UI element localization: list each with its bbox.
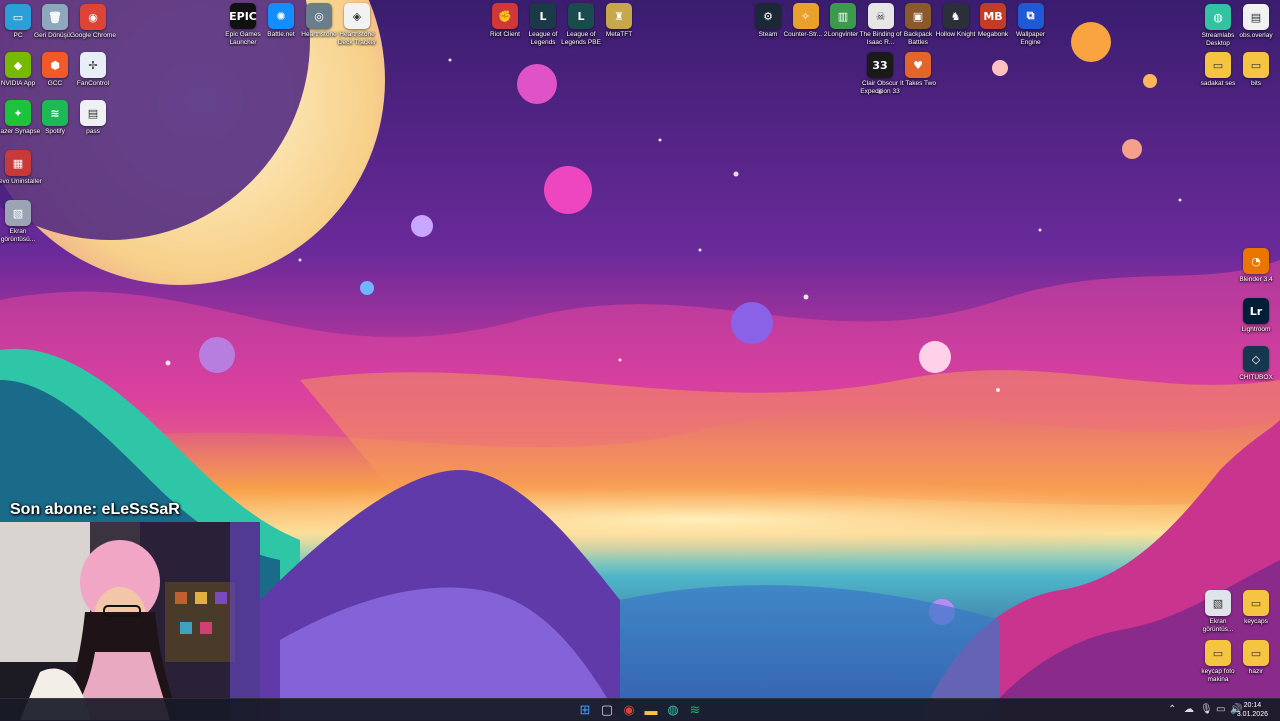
- keycaps-icon: ▭: [1243, 590, 1269, 616]
- cloud-icon[interactable]: ☁: [1184, 704, 1194, 715]
- blender-icon: ◔: [1243, 248, 1269, 274]
- epic-games-icon: EPIC: [229, 3, 257, 29]
- nvidia-app-icon: ◆: [5, 52, 31, 78]
- bits-icon: ▭: [1243, 52, 1269, 78]
- desktop-icon-label: obs.overlay: [1239, 32, 1273, 39]
- metatft-icon: ♜: [606, 3, 632, 29]
- fancontrol-icon: ✢: [80, 52, 106, 78]
- wallpaper-engine-icon: ⧉: [1017, 3, 1044, 29]
- riot-client-icon: ✊: [492, 3, 518, 29]
- desktop-icon-label: Revo Uninstaller: [0, 178, 42, 185]
- longvinter-icon: ▥: [830, 3, 856, 29]
- desktop-icon-label: It Takes Two: [900, 80, 936, 87]
- last-subscriber-overlay: Son abone: eLeSsSaR: [10, 501, 180, 518]
- desktop-icon-label: CHITUBOX: [1239, 374, 1273, 381]
- backpack-battles-icon: ▣: [905, 3, 931, 29]
- taskbar-file-explorer-icon[interactable]: ▬: [643, 702, 659, 718]
- desktop-icon-metatft[interactable]: ♜ MetaTFT: [596, 3, 642, 39]
- desktop-icon-label: Google Chrome: [70, 32, 116, 39]
- clock-date: 3.01.2026: [1236, 711, 1268, 718]
- taskbar: ⊞ ▢ ◉ ▬ ◍ ≋ ⌃ ☁ 🎙 ▭ 🔊 20:14 3.01.2026: [0, 698, 1280, 721]
- microphone-icon[interactable]: 🎙: [1200, 704, 1213, 715]
- desktop-icon-chitubox[interactable]: ◇ CHITUBOX: [1233, 346, 1279, 382]
- gcc-icon: ⬢: [42, 52, 68, 78]
- obs-overlay-icon: ▤: [1243, 4, 1269, 30]
- hearthstone-deck-tracker-icon: ◈: [344, 3, 370, 29]
- desktop-icon-label: Ekran görüntüsü...: [0, 228, 36, 243]
- chevron-up-icon[interactable]: ⌃: [1168, 704, 1176, 715]
- desktop-icon-label: Hearthstone Deck Tracker: [337, 31, 377, 46]
- display-icon[interactable]: ▭: [1216, 704, 1225, 715]
- steam-icon: ⚙: [755, 3, 781, 29]
- desktop-icon-label: bits: [1250, 80, 1262, 87]
- desktop-icon-label: FanControl: [76, 80, 110, 87]
- desktop-icon-label: MetaTFT: [605, 31, 633, 38]
- taskbar-spotify-icon[interactable]: ≋: [687, 702, 703, 718]
- taskbar-start-icon[interactable]: ⊞: [577, 702, 593, 718]
- hearthstone-icon: ◎: [306, 3, 332, 29]
- counter-strike-2-icon: ✧: [792, 3, 819, 29]
- binding-of-isaac-icon: ☠: [867, 3, 894, 29]
- desktop-icon-blender[interactable]: ◔ Blender 3.4: [1233, 248, 1279, 284]
- streamlabs-icon: ◍: [1205, 4, 1231, 30]
- league-of-legends-pbe-icon: L: [568, 3, 594, 29]
- taskbar-task-view-icon[interactable]: ▢: [599, 702, 615, 718]
- megabonk-icon: MB: [980, 3, 1006, 29]
- desktop-icon-it-takes-two[interactable]: ♥ It Takes Two: [895, 52, 941, 88]
- desktop-icon-label: pass: [86, 128, 100, 135]
- webcam-feed: [0, 522, 260, 720]
- desktop-icon-label: Blender 3.4: [1239, 276, 1273, 283]
- clair-obscur-icon: 33: [867, 52, 893, 78]
- hazir-icon: ▭: [1243, 640, 1269, 666]
- google-chrome-icon: ◉: [80, 4, 106, 30]
- revo-uninstaller-icon: ▦: [5, 150, 31, 176]
- recycle-bin-icon: 🗑: [42, 4, 68, 30]
- league-of-legends-icon: L: [530, 3, 556, 29]
- desktop-icon-label: keycaps: [1244, 618, 1268, 625]
- desktop-icon-wallpaper-engine[interactable]: ⧉ Wallpaper Engine: [1008, 3, 1054, 46]
- system-clock[interactable]: 20:14 3.01.2026: [1237, 701, 1268, 719]
- desktop-icon-ekran-goruntusu-left[interactable]: ▧ Ekran görüntüsü...: [0, 200, 41, 243]
- desktop-icon-keycaps[interactable]: ▭ keycaps: [1233, 590, 1279, 626]
- desktop-icon-pass[interactable]: ▤ pass: [70, 100, 116, 136]
- razer-synapse-icon: ✦: [5, 100, 31, 126]
- desktop-icon-fancontrol[interactable]: ✢ FanControl: [70, 52, 116, 88]
- desktop-icon-label: Lightroom: [1241, 326, 1271, 333]
- keycap-foto-makina-icon: ▭: [1205, 640, 1231, 666]
- lightroom-icon: Lr: [1243, 298, 1269, 324]
- desktop-icon-hazir[interactable]: ▭ hazır: [1233, 640, 1279, 676]
- pc-icon: ▭: [5, 4, 31, 30]
- desktop-icon-revo-uninstaller[interactable]: ▦ Revo Uninstaller: [0, 150, 42, 186]
- taskbar-chrome-icon[interactable]: ◉: [621, 702, 637, 718]
- pass-icon: ▤: [80, 100, 106, 126]
- webcam-image: [0, 522, 260, 720]
- desktop-icon-lightroom[interactable]: Lr Lightroom: [1233, 298, 1279, 334]
- desktop-icon-label: Wallpaper Engine: [1015, 31, 1046, 46]
- taskbar-streamlabs-icon[interactable]: ◍: [665, 702, 681, 718]
- battlenet-icon: ✺: [268, 3, 294, 29]
- sadakat-ses-icon: ▭: [1205, 52, 1231, 78]
- desktop-icon-label: hazır: [1248, 668, 1264, 675]
- desktop-icon-google-chrome[interactable]: ◉ Google Chrome: [70, 4, 116, 40]
- desktop-icon-obs-overlay[interactable]: ▤ obs.overlay: [1233, 4, 1279, 40]
- ekran-goruntusu-right-icon: ▧: [1205, 590, 1231, 616]
- it-takes-two-icon: ♥: [905, 52, 931, 78]
- clock-time: 20:14: [1243, 702, 1262, 709]
- ekran-goruntusu-left-icon: ▧: [5, 200, 31, 226]
- chitubox-icon: ◇: [1243, 346, 1269, 372]
- desktop-icon-bits[interactable]: ▭ bits: [1233, 52, 1279, 88]
- desktop-icon-hearthstone-deck-tracker[interactable]: ◈ Hearthstone Deck Tracker: [334, 3, 380, 46]
- hollow-knight-icon: ♞: [942, 3, 969, 29]
- spotify-icon: ≋: [42, 100, 68, 126]
